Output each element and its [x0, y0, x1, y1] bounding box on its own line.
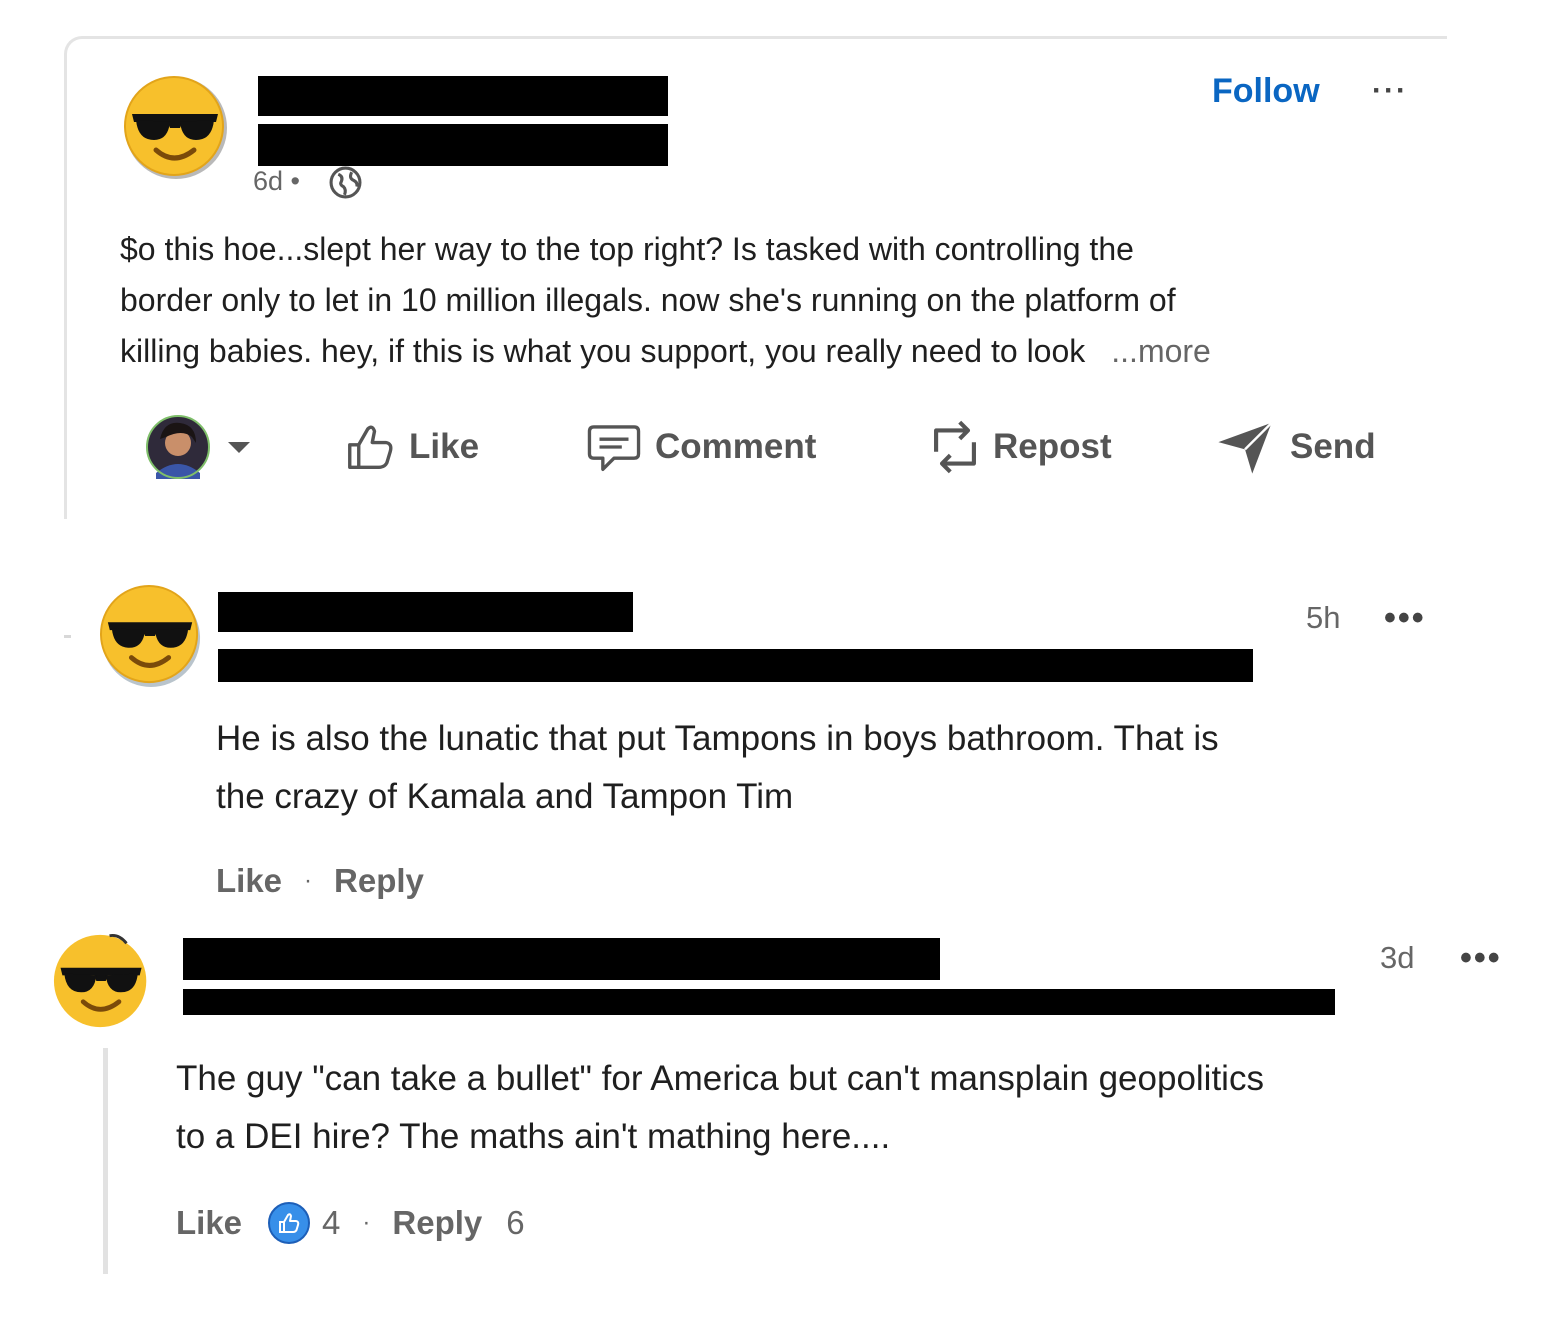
- separator-dot: ·: [362, 1209, 371, 1236]
- repost-button[interactable]: Repost: [929, 415, 1112, 479]
- see-more-link[interactable]: ...more: [1111, 333, 1211, 369]
- comment-timestamp: 5h: [1306, 600, 1341, 635]
- react-as-selector[interactable]: [146, 415, 250, 479]
- post-body: $o this hoe...slept her way to the top r…: [120, 224, 1410, 377]
- redacted-commenter-headline: [218, 649, 1253, 682]
- author-avatar-cool-emoji-icon[interactable]: [124, 76, 228, 180]
- post-body-line: border only to let in 10 million illegal…: [120, 282, 1176, 318]
- repost-icon: [934, 420, 976, 474]
- redacted-author-headline: [258, 124, 668, 166]
- comment-timestamp: 3d: [1380, 940, 1415, 975]
- globe-icon: [329, 166, 362, 199]
- comment-more-options-icon[interactable]: •••: [1384, 599, 1426, 638]
- post-action-bar: Like Comment Repost Send: [0, 415, 1552, 479]
- comment-actions: Like 4 · Reply 6: [176, 1202, 525, 1244]
- comment-line: to a DEI hire? The maths ain't mathing h…: [176, 1117, 891, 1156]
- comment-reply-button[interactable]: Reply: [392, 1204, 482, 1242]
- thumbs-up-icon: [279, 1213, 300, 1233]
- reply-thread-line: [103, 1048, 108, 1274]
- send-icon: [1218, 421, 1273, 474]
- viewer-avatar: [146, 415, 210, 479]
- comment-button[interactable]: Comment: [585, 415, 816, 479]
- thumbs-up-icon: [348, 425, 393, 469]
- comment-body: He is also the lunatic that put Tampons …: [216, 710, 1219, 826]
- post-more-options-icon[interactable]: ···: [1372, 74, 1408, 108]
- redacted-commenter-name: [183, 938, 940, 980]
- redacted-commenter-headline: [183, 989, 1335, 1015]
- comment-like-button[interactable]: Like: [216, 862, 282, 900]
- caret-down-icon: [228, 441, 250, 453]
- comment-like-button[interactable]: Like: [176, 1204, 242, 1242]
- repost-label: Repost: [993, 427, 1112, 466]
- commenter-avatar-cool-emoji-icon[interactable]: [100, 585, 202, 687]
- reaction-count[interactable]: 4: [322, 1204, 340, 1242]
- like-reaction-icon[interactable]: [268, 1202, 311, 1244]
- comment-reply-button[interactable]: Reply: [334, 862, 424, 900]
- post-timestamp: 6d •: [253, 166, 300, 196]
- redacted-commenter-name: [218, 592, 633, 632]
- follow-button[interactable]: Follow: [1212, 72, 1320, 111]
- comment-label: Comment: [655, 427, 817, 466]
- thread-connector: [64, 635, 71, 638]
- comment-line: The guy "can take a bullet" for America …: [176, 1059, 1264, 1098]
- comment-body: The guy "can take a bullet" for America …: [176, 1050, 1264, 1166]
- comment-line: He is also the lunatic that put Tampons …: [216, 719, 1219, 758]
- post-body-line: $o this hoe...slept her way to the top r…: [120, 231, 1134, 267]
- comment-icon: [587, 425, 641, 471]
- separator-dot: ·: [304, 867, 313, 894]
- send-button[interactable]: Send: [1216, 415, 1376, 479]
- reply-count[interactable]: 6: [506, 1204, 524, 1242]
- send-label: Send: [1290, 427, 1376, 466]
- commenter-avatar-cool-emoji-icon[interactable]: [53, 932, 151, 1030]
- like-button[interactable]: Like: [343, 415, 479, 479]
- comment-actions: Like · Reply: [216, 862, 424, 900]
- comment-line: the crazy of Kamala and Tampon Tim: [216, 777, 794, 816]
- redacted-author-name: [258, 76, 668, 116]
- post-body-line: killing babies. hey, if this is what you…: [120, 333, 1086, 369]
- like-label: Like: [409, 427, 480, 466]
- comment-more-options-icon[interactable]: •••: [1460, 939, 1502, 978]
